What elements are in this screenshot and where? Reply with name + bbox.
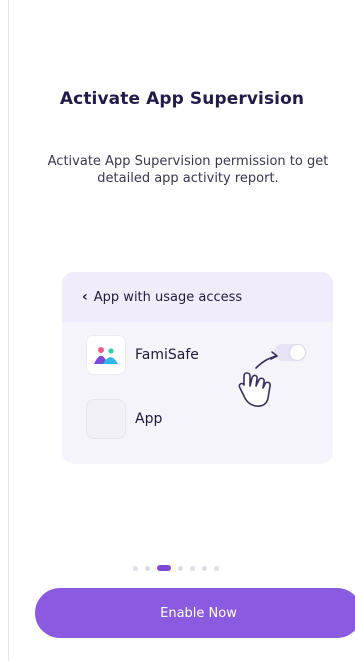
page-dot [202, 565, 207, 571]
card-header: ‹ App with usage access [62, 272, 333, 322]
page-subtitle: Activate App Supervision permission to g… [47, 154, 329, 186]
page-dot-active [157, 565, 171, 571]
illustration-card: ‹ App with usage access FamiSafe App [62, 272, 333, 464]
app-row-famisafe: FamiSafe [86, 335, 199, 375]
page-indicator [133, 565, 226, 571]
page-dot [133, 565, 138, 571]
page-dot [178, 565, 183, 571]
card-header-label: App with usage access [93, 289, 243, 305]
page-dot [190, 565, 195, 571]
app-name-generic: App [135, 411, 163, 427]
app-row-generic: App [86, 399, 162, 439]
app-name-famisafe: FamiSafe [135, 347, 199, 363]
enable-now-button[interactable]: Enable Now [35, 588, 355, 638]
page-dot [214, 565, 219, 571]
page-title: Activate App Supervision [59, 89, 305, 109]
famisafe-logo-icon [86, 335, 126, 375]
screen: Activate App Supervision Activate App Su… [8, 0, 355, 661]
chevron-left-icon: ‹ [82, 289, 88, 305]
blank-app-icon [86, 399, 126, 439]
page-dot [145, 565, 150, 571]
pointing-hand-icon [234, 340, 296, 414]
